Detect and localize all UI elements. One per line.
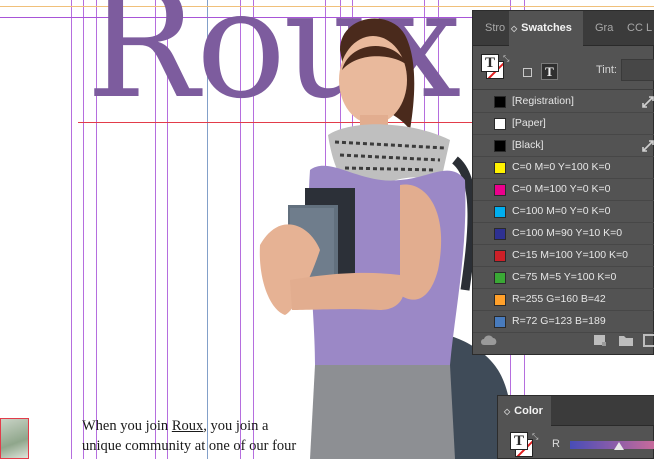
tab-cc-libraries[interactable]: CC L xyxy=(627,11,652,46)
body-line-2: unique community at one of our four xyxy=(82,438,297,454)
swap-arrow-icon[interactable]: ⤡ xyxy=(532,432,538,442)
swatch-row[interactable]: C=100 M=90 Y=10 K=0 xyxy=(473,223,654,245)
tab-color[interactable]: ◇ Color xyxy=(498,396,551,426)
column-guide xyxy=(71,0,72,459)
tint-input[interactable] xyxy=(621,59,654,81)
tab-stroke[interactable]: Stro xyxy=(485,11,505,46)
text-fill-icon: T xyxy=(481,54,499,72)
tab-swatches[interactable]: ◇ Swatches xyxy=(509,11,583,46)
tint-label: Tint: xyxy=(596,64,617,76)
swatches-panel[interactable]: Stro ◇ Swatches Gra CC L T ⤡ T Tint: [Reg… xyxy=(472,10,654,355)
swatch-color-chip xyxy=(494,184,506,196)
swatch-color-chip xyxy=(494,250,506,262)
swatch-color-chip xyxy=(494,118,506,130)
swatch-color-chip xyxy=(494,228,506,240)
red-channel-slider[interactable] xyxy=(570,441,654,449)
swatch-row[interactable]: [Registration] xyxy=(473,91,654,113)
color-fill-stroke-proxy[interactable]: T ⤡ xyxy=(510,432,538,458)
swatch-name: C=15 M=100 Y=100 K=0 xyxy=(512,249,628,261)
swatch-name: [Black] xyxy=(512,139,544,151)
swatch-row[interactable]: R=255 G=160 B=42 xyxy=(473,289,654,311)
swatch-name: R=255 G=160 B=42 xyxy=(512,293,606,305)
swatch-row[interactable]: C=100 M=0 Y=0 K=0 xyxy=(473,201,654,223)
swatch-row[interactable]: [Paper] xyxy=(473,113,654,135)
fill-stroke-proxy[interactable]: T ⤡ xyxy=(481,54,509,80)
tab-gradient[interactable]: Gra xyxy=(595,11,613,46)
color-tab-bar: ◇ Color xyxy=(498,396,654,426)
swatch-color-chip xyxy=(494,272,506,284)
swatch-name: C=0 M=0 Y=100 K=0 xyxy=(512,161,611,173)
collapse-chevron-icon: ◇ xyxy=(511,24,518,33)
swap-arrow-icon[interactable]: ⤡ xyxy=(503,54,509,64)
formatting-container-icon[interactable] xyxy=(523,68,532,77)
panel-footer xyxy=(473,327,654,355)
non-editable-swatch-icon xyxy=(642,96,654,108)
swatch-row[interactable]: C=0 M=0 Y=100 K=0 xyxy=(473,157,654,179)
body-text-frame[interactable]: When you join Roux, you join a unique co… xyxy=(82,416,300,456)
text-fill-icon: T xyxy=(510,432,528,450)
roux-link-text: Roux xyxy=(171,418,204,434)
new-folder-icon[interactable] xyxy=(618,333,634,347)
swatch-row[interactable]: C=75 M=5 Y=100 K=0 xyxy=(473,267,654,289)
swatch-color-chip xyxy=(494,294,506,306)
color-panel[interactable]: ◇ Color T ⤡ R xyxy=(497,395,654,459)
swatch-view-icon[interactable] xyxy=(592,333,608,347)
swatch-row[interactable]: C=15 M=100 Y=100 K=0 xyxy=(473,245,654,267)
image-frame-corner[interactable] xyxy=(0,418,29,459)
red-channel-label: R xyxy=(552,438,560,450)
swatch-color-chip xyxy=(494,206,506,218)
swatch-color-chip xyxy=(494,162,506,174)
swatch-name: C=75 M=5 Y=100 K=0 xyxy=(512,271,617,283)
collapse-chevron-icon: ◇ xyxy=(504,407,511,416)
swatch-list: [Registration] [Paper] [Black] C=0 M=0 Y=10… xyxy=(473,91,654,333)
swatch-row[interactable]: [Black] xyxy=(473,135,654,157)
column-guide xyxy=(83,0,84,459)
cc-cloud-icon[interactable] xyxy=(479,333,499,347)
swatch-name: R=72 G=123 B=189 xyxy=(512,315,606,327)
swatch-name: [Registration] xyxy=(512,95,574,107)
swatch-name: C=0 M=100 Y=0 K=0 xyxy=(512,183,611,195)
new-swatch-icon[interactable] xyxy=(642,333,654,347)
panel-tab-bar: Stro ◇ Swatches Gra CC L xyxy=(473,11,654,46)
formatting-text-icon[interactable]: T xyxy=(541,63,558,80)
swatches-toolbar: T ⤡ T Tint: xyxy=(473,46,654,90)
body-line-1: When you join Roux, you join a xyxy=(82,418,269,434)
non-editable-swatch-icon xyxy=(642,140,654,152)
swatch-name: [Paper] xyxy=(512,117,546,129)
red-slider-thumb[interactable] xyxy=(614,442,624,450)
swatch-name: C=100 M=90 Y=10 K=0 xyxy=(512,227,623,239)
swatch-color-chip xyxy=(494,140,506,152)
swatch-name: C=100 M=0 Y=0 K=0 xyxy=(512,205,611,217)
swatch-color-chip xyxy=(494,96,506,108)
swatch-row[interactable]: C=0 M=100 Y=0 K=0 xyxy=(473,179,654,201)
